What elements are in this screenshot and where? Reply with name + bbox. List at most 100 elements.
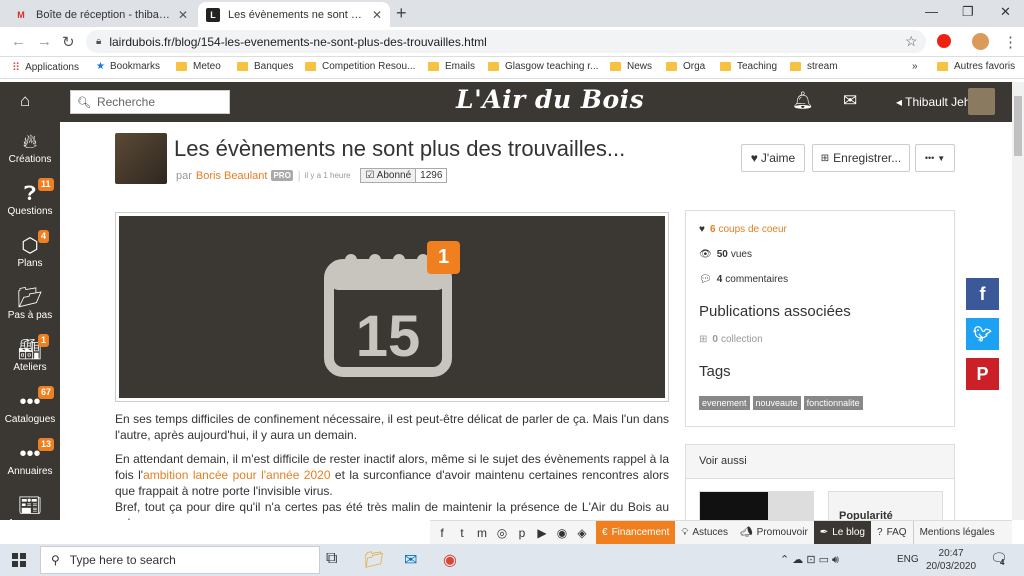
factory-icon: 🏭︎ [17, 339, 43, 361]
mail-icon[interactable]: ✉ [843, 91, 857, 111]
chrome-icon[interactable]: ◉ [443, 550, 457, 570]
feather-icon: ✒ [819, 527, 829, 538]
likes-stat[interactable]: ♥ 6 coups de coeur [699, 224, 787, 235]
bookmark-folder[interactable]: Glasgow teaching r... [488, 61, 598, 72]
author-link[interactable]: Boris Beaulant [196, 170, 268, 182]
mail-app-icon[interactable]: ✉ [404, 550, 417, 570]
save-button[interactable]: ⊞ Enregistrer... [812, 144, 910, 172]
bell-icon[interactable]: 🔔︎ [792, 91, 814, 111]
close-icon[interactable]: ✕ [372, 8, 382, 22]
file-explorer-icon[interactable]: 📁︎ [364, 550, 384, 570]
count-badge: 11 [38, 178, 54, 191]
inline-link[interactable]: ambition lancée pour l'année 2020 [143, 468, 330, 482]
blog-link[interactable]: ✒ Le blog [813, 520, 871, 545]
author-avatar[interactable] [115, 133, 167, 184]
bookmark-folder[interactable]: Competition Resou... [305, 61, 415, 72]
maximize-icon[interactable]: ❐ [962, 4, 974, 20]
faq-link[interactable]: ? FAQ [871, 521, 913, 545]
sidebar-item-annonces[interactable]: 📰︎ Annonces [0, 494, 60, 529]
pinterest-icon[interactable]: p [512, 526, 532, 540]
pinterest-share-button[interactable]: P [966, 358, 999, 390]
page-scrollbar[interactable] [1012, 82, 1024, 520]
notification-center-icon[interactable]: 🗨︎ [990, 550, 1008, 567]
bookmark-bookmarks[interactable]: ★ Bookmarks [96, 61, 160, 72]
bookmark-folder[interactable]: Orga [666, 61, 705, 72]
heart-icon: ♥ [699, 224, 705, 235]
bookmark-folder[interactable]: Teaching [720, 61, 777, 72]
facebook-icon[interactable]: f [432, 526, 452, 540]
bookmark-folder[interactable]: Banques [237, 61, 293, 72]
home-icon[interactable]: ⌂ [20, 91, 30, 111]
sidebar-item-pas-a-pas[interactable]: 📂︎ Pas à pas [0, 286, 60, 321]
paragraph: En ses temps difficiles de confinement n… [115, 412, 669, 442]
extension-icon[interactable] [937, 34, 951, 48]
bookmark-applications[interactable]: ⠿ Applications [12, 61, 79, 74]
browser-tab-bar: M Boîte de réception - thibault.jehl ✕ L… [0, 0, 1024, 27]
url-input[interactable]: 🔒︎ lairdubois.fr/blog/154-les-evenements… [86, 30, 926, 53]
close-icon[interactable]: ✕ [178, 8, 188, 22]
collection-stat[interactable]: ⊞ 0 collection [699, 334, 763, 345]
app-icon[interactable]: ◈ [572, 526, 592, 540]
back-icon[interactable]: ← [11, 33, 26, 50]
financement-link[interactable]: € Financement [596, 520, 676, 545]
bookmark-other[interactable]: Autres favoris [937, 61, 1015, 72]
tag[interactable]: evenement [699, 396, 750, 410]
sidebar-item-ateliers[interactable]: 🏭︎ Ateliers 1 [0, 334, 60, 373]
new-tab-button[interactable]: + [396, 3, 407, 24]
tag[interactable]: fonctionnalite [803, 396, 863, 410]
user-menu[interactable]: ◂ Thibault Jehl [896, 95, 973, 109]
mentions-legales-link[interactable]: Mentions légales [912, 520, 1001, 545]
more-bookmarks-button[interactable]: » [912, 61, 918, 72]
related-thumbnail[interactable]: Popularité [828, 491, 943, 520]
promouvoir-link[interactable]: 📣︎ Promouvoir [734, 521, 814, 545]
site-header: ⌂ 🔍︎ Recherche L'Air du Bois 🔔︎ ✉ ◂ Thib… [0, 82, 1012, 122]
minimize-icon[interactable]: — [925, 4, 938, 19]
collection-icon: ⊞ [699, 334, 708, 345]
astuces-link[interactable]: 💡︎ Astuces [675, 521, 734, 545]
task-view-icon[interactable]: ⧉ [326, 550, 337, 568]
star-icon[interactable]: ☆ [905, 33, 918, 50]
more-options-button[interactable]: ••• ▼ [915, 144, 955, 172]
sidebar-item-catalogues[interactable]: ••• Catalogues 67 [0, 386, 60, 425]
reload-icon[interactable]: ↻ [62, 33, 75, 51]
github-icon[interactable]: ◉ [552, 526, 572, 540]
menu-icon[interactable]: ⋮ [1003, 33, 1018, 51]
sidebar-item-questions[interactable]: ❓︎ Questions 11 [0, 178, 60, 217]
profile-avatar[interactable] [972, 33, 989, 50]
bookmark-folder[interactable]: News [610, 61, 652, 72]
related-publications-title: Publications associées [699, 303, 851, 320]
sidebar-item-annuaires[interactable]: ••• Annuaires 13 [0, 438, 60, 477]
taskbar-search-input[interactable]: ⚲ Type here to search [40, 546, 320, 574]
twitter-icon[interactable]: t [452, 526, 472, 540]
facebook-share-button[interactable]: f [966, 278, 999, 310]
bookmark-folder[interactable]: Emails [428, 61, 475, 72]
taskbar-clock[interactable]: 20:47 20/03/2020 [926, 547, 976, 573]
comments-stat[interactable]: 💬︎ 4 commentaires [699, 274, 788, 285]
system-tray-icons[interactable]: ⌃ ☁ ⊡ ▭ 🔊︎ [780, 553, 839, 567]
avatar[interactable] [968, 88, 995, 115]
site-logo[interactable]: L'Air du Bois [456, 85, 644, 114]
instagram-icon[interactable]: ◎ [492, 526, 512, 540]
bookmark-folder[interactable]: Meteo [176, 61, 221, 72]
search-input[interactable]: 🔍︎ Recherche [70, 90, 230, 114]
window-close-icon[interactable]: ✕ [1000, 4, 1011, 20]
tab-gmail[interactable]: M Boîte de réception - thibault.jehl ✕ [6, 2, 196, 27]
bookmark-folder[interactable]: stream [790, 61, 838, 72]
mastodon-icon[interactable]: m [472, 526, 492, 540]
folder-icon [488, 62, 499, 71]
collection-icon: ⊞ [820, 152, 830, 164]
youtube-icon[interactable]: ▶ [532, 526, 552, 540]
like-button[interactable]: ♥ J'aime [741, 144, 805, 172]
tab-lairdubois[interactable]: L Les évènements ne sont plus des ✕ [198, 2, 390, 27]
sidebar-item-creations[interactable]: 🔥︎ Créations [0, 130, 60, 165]
language-indicator[interactable]: ENG [897, 554, 919, 565]
related-thumbnail[interactable] [699, 491, 814, 520]
tag[interactable]: nouveaute [752, 396, 801, 410]
sidebar-item-plans[interactable]: ⬡ Plans 4 [0, 230, 60, 269]
windows-start-icon[interactable] [12, 553, 26, 567]
forward-icon[interactable]: → [37, 33, 52, 50]
follow-button[interactable]: ☑ Abonné 1296 [360, 168, 448, 183]
follower-count: 1296 [420, 170, 443, 181]
twitter-share-button[interactable]: 🐦︎ [966, 318, 999, 350]
scrollbar-thumb[interactable] [1014, 96, 1022, 156]
